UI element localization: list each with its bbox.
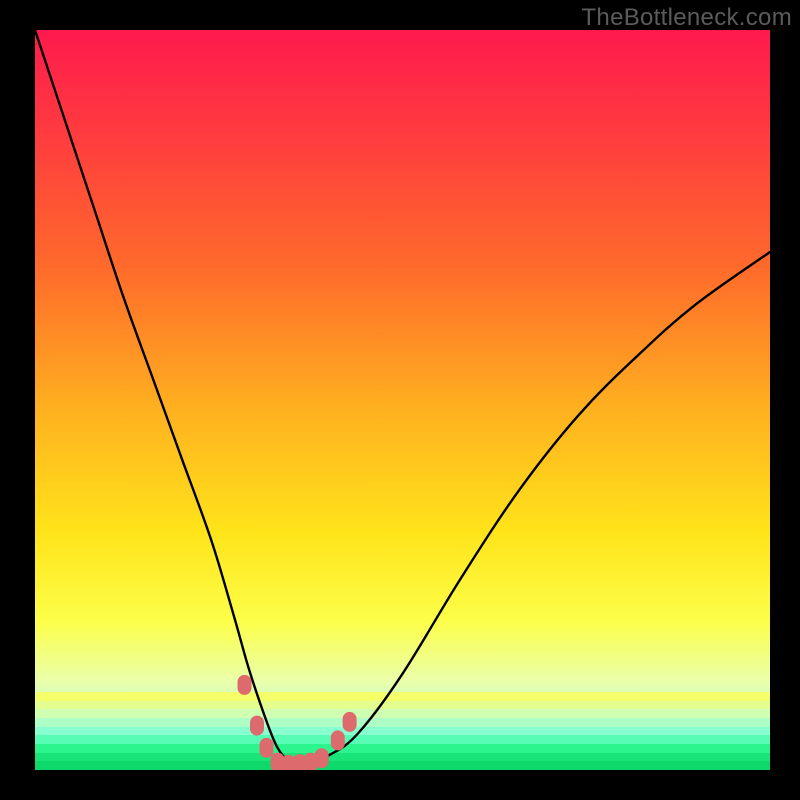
- valley-marker: [315, 748, 329, 768]
- plot-area: [35, 30, 770, 770]
- chart-svg: [35, 30, 770, 770]
- chart-frame: TheBottleneck.com: [0, 0, 800, 800]
- valley-marker: [238, 675, 252, 695]
- valley-marker: [331, 730, 345, 750]
- valley-marker: [343, 712, 357, 732]
- valley-marker: [260, 738, 274, 758]
- bottleneck-curve: [35, 30, 770, 764]
- valley-marker: [250, 716, 264, 736]
- watermark-text: TheBottleneck.com: [581, 4, 792, 32]
